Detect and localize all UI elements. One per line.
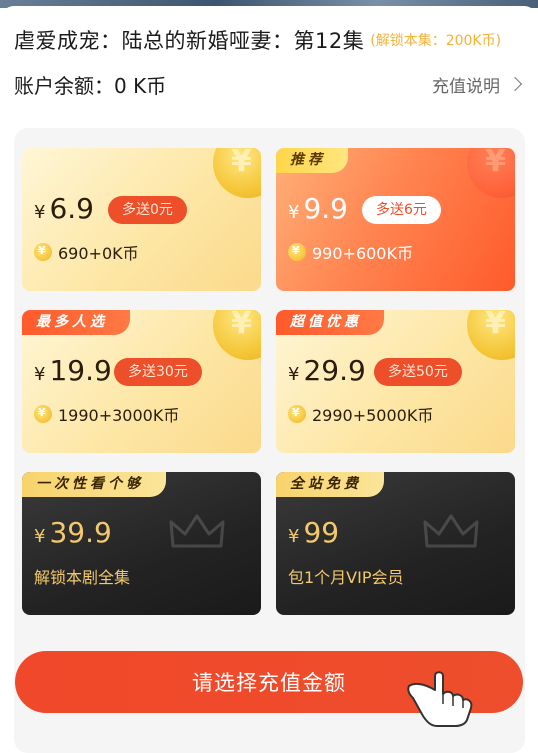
package-tag: 推荐 <box>276 148 348 173</box>
currency-symbol: ¥ <box>288 526 300 547</box>
price-value: 6.9 <box>49 192 94 225</box>
coins-amount-row: 1990+3000K币 <box>34 402 179 426</box>
package-card-19-9[interactable]: 最多人选 ¥19.9 多送30元 1990+3000K币 <box>22 310 261 453</box>
price-value: 29.9 <box>303 354 366 387</box>
package-card-99[interactable]: 全站免费 ¥99 包1个月VIP会员 <box>276 472 515 615</box>
price-value: 99 <box>303 516 340 549</box>
currency-symbol: ¥ <box>288 364 300 385</box>
package-price: ¥29.9 <box>288 354 366 387</box>
coin-decoration-icon <box>467 310 515 360</box>
account-balance: 账户余额：0 K币 <box>14 73 167 98</box>
package-price: ¥6.9 <box>34 192 94 225</box>
package-price: ¥19.9 <box>34 354 112 387</box>
coins-amount: 1990+3000K币 <box>58 406 180 425</box>
recharge-help-label: 充值说明 <box>432 76 500 97</box>
package-tag: 全站免费 <box>276 472 384 497</box>
package-card-9-9[interactable]: 推荐 ¥9.9 多送6元 990+600K币 <box>276 148 515 291</box>
unlock-price-hint: (解锁本集：200K币) <box>370 33 502 49</box>
coin-icon <box>34 405 52 423</box>
package-subtitle: 包1个月VIP会员 <box>288 568 404 587</box>
package-card-39-9[interactable]: 一次性看个够 ¥39.9 解锁本剧全集 <box>22 472 261 615</box>
bonus-badge: 多送30元 <box>114 358 202 386</box>
coin-icon <box>34 243 52 261</box>
coins-amount-row: 690+0K币 <box>34 240 139 264</box>
package-tag: 超值优惠 <box>276 310 384 335</box>
coin-decoration-icon <box>467 148 515 198</box>
currency-symbol: ¥ <box>34 526 46 547</box>
episode-title: 虐爱成宠：陆总的新婚哑妻：第12集 <box>14 29 365 53</box>
currency-symbol: ¥ <box>34 364 46 385</box>
coins-amount-row: 2990+5000K币 <box>288 402 433 426</box>
recharge-sheet: 虐爱成宠：陆总的新婚哑妻：第12集 (解锁本集：200K币) 账户余额：0 K币… <box>0 6 538 753</box>
package-subtitle: 解锁本剧全集 <box>34 568 131 587</box>
price-value: 9.9 <box>303 192 348 225</box>
package-card-29-9[interactable]: 超值优惠 ¥29.9 多送50元 2990+5000K币 <box>276 310 515 453</box>
package-card-6-9[interactable]: ¥6.9 多送0元 690+0K币 <box>22 148 261 291</box>
crown-icon <box>423 514 479 548</box>
currency-symbol: ¥ <box>34 202 46 223</box>
coin-decoration-icon <box>213 148 261 198</box>
package-price: ¥39.9 <box>34 516 112 549</box>
coins-amount: 2990+5000K币 <box>312 406 434 425</box>
package-price: ¥9.9 <box>288 192 348 225</box>
price-value: 19.9 <box>49 354 112 387</box>
coin-icon <box>288 405 306 423</box>
bonus-badge: 多送6元 <box>362 196 441 224</box>
coin-decoration-icon <box>213 310 261 360</box>
recharge-help-link[interactable]: 充值说明 <box>432 72 524 97</box>
balance-row: 账户余额：0 K币 充值说明 <box>14 66 524 102</box>
package-tag: 最多人选 <box>22 310 130 335</box>
bonus-badge: 多送0元 <box>108 196 187 224</box>
coins-amount: 690+0K币 <box>58 244 139 263</box>
crown-icon <box>169 514 225 548</box>
coins-amount: 990+600K币 <box>312 244 413 263</box>
package-tag: 一次性看个够 <box>22 472 166 497</box>
pointing-hand-icon <box>407 671 473 727</box>
coin-icon <box>288 243 306 261</box>
bonus-badge: 多送50元 <box>374 358 462 386</box>
episode-title-row: 虐爱成宠：陆总的新婚哑妻：第12集 (解锁本集：200K币) <box>14 20 529 60</box>
chevron-right-icon <box>507 76 523 92</box>
package-price: ¥99 <box>288 516 339 549</box>
price-value: 39.9 <box>49 516 112 549</box>
coins-amount-row: 990+600K币 <box>288 240 413 264</box>
currency-symbol: ¥ <box>288 202 300 223</box>
